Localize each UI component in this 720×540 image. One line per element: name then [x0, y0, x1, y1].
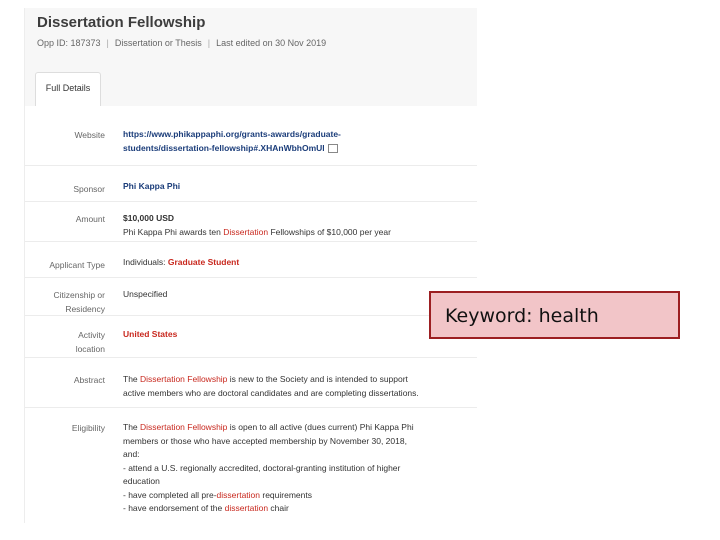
detail-row-amount: Amount $10,000 USD Phi Kappa Phi awards … — [25, 202, 477, 242]
keyword-highlight: Dissertation Fellowship — [140, 374, 228, 384]
detail-row-sponsor: Sponsor Phi Kappa Phi — [25, 166, 477, 202]
keyword-highlight: dissertation — [224, 503, 269, 513]
opp-id: Opp ID: 187373 — [37, 38, 101, 48]
amount-label: Amount — [75, 214, 105, 224]
eligibility-line2: members or those who have accepted membe… — [123, 435, 407, 446]
website-url-line2[interactable]: students/dissertation-fellowship#.XHAnWb… — [123, 143, 325, 153]
external-link-icon[interactable] — [327, 143, 338, 153]
abstract-line1-end: is new to the Society and is intended to… — [227, 374, 408, 384]
eligibility-line7-end: chair — [268, 503, 289, 513]
activity-label-line1: Activity — [78, 330, 105, 340]
detail-row-citizenship: Citizenship or Residency Unspecified — [25, 278, 477, 316]
citizenship-label: Citizenship or Residency — [25, 288, 106, 316]
opportunity-panel: Dissertation Fellowship Opp ID: 187373 | D… — [24, 8, 477, 523]
applicant-type-link[interactable]: Graduate Student — [168, 257, 239, 267]
eligibility-line1-start: The — [123, 422, 141, 432]
activity-label: Activity location — [25, 328, 105, 356]
website-link[interactable]: https://www.phikappaphi.org/grants-award… — [123, 128, 453, 155]
applicant-prefix: Individuals: — [123, 257, 168, 267]
detail-row-eligibility: Eligibility The Dissertation Fellowship … — [25, 408, 477, 523]
citizenship-label-line2: Residency — [65, 304, 105, 314]
eligibility-line7-start: - have endorsement of the — [123, 503, 225, 513]
sponsor-link[interactable]: Phi Kappa Phi — [123, 181, 180, 191]
opportunity-meta: Opp ID: 187373 | Dissertation or Thesis | La… — [37, 38, 326, 48]
eligibility-line6-end: requirements — [260, 489, 312, 500]
eligibility-line5: education — [123, 476, 160, 486]
opp-type: Dissertation or Thesis — [114, 38, 202, 48]
keyword-highlight: Dissertation Fellowship — [140, 422, 228, 432]
abstract-text: The Dissertation Fellowship is new to th… — [123, 373, 453, 400]
amount-value: $10,000 USD — [123, 213, 175, 223]
amount-description: Phi Kappa Phi awards ten Dissertation Fe… — [123, 226, 453, 240]
activity-label-line2: location — [75, 344, 105, 354]
keyword-callout: Keyword: health — [429, 291, 680, 339]
eligibility-line3: and: — [123, 449, 140, 459]
abstract-line1-start: The — [123, 374, 141, 384]
meta-separator: | — [106, 38, 109, 48]
citizenship-value: Unspecified — [123, 289, 168, 299]
sponsor-label: Sponsor — [73, 184, 105, 194]
detail-row-website: Website https://www.phikappaphi.org/gran… — [25, 106, 477, 166]
applicant-type-label: Applicant Type — [49, 260, 105, 270]
eligibility-line6-start: - have completed all pre- — [123, 489, 217, 500]
last-edited: Last edited on 30 Nov 2019 — [216, 38, 327, 48]
keyword-highlight: Dissertation — [223, 226, 269, 237]
opportunity-header: Dissertation Fellowship Opp ID: 187373 | D… — [25, 8, 477, 106]
abstract-line2: active members who are doctoral candidat… — [123, 387, 419, 398]
eligibility-line1-end: is open to all active (dues current) Phi… — [227, 422, 414, 432]
detail-row-applicant-type: Applicant Type Individuals: Graduate Stu… — [25, 242, 477, 278]
detail-row-abstract: Abstract The Dissertation Fellowship is … — [25, 358, 477, 408]
website-label: Website — [74, 130, 105, 140]
citizenship-label-line1: Citizenship or — [53, 290, 106, 300]
keyword-highlight: dissertation — [216, 489, 261, 500]
meta-separator: | — [207, 38, 211, 48]
amount-desc-text-end: Fellowships of $10,000 per year — [268, 226, 391, 237]
amount-desc-text: Phi Kappa Phi awards ten — [123, 226, 224, 237]
eligibility-line4: - attend a U.S. regionally accredited, d… — [123, 462, 401, 473]
abstract-label: Abstract — [73, 375, 105, 385]
tab-full-details[interactable]: Full Details — [35, 72, 101, 106]
eligibility-label: Eligibility — [71, 423, 105, 433]
eligibility-text: The Dissertation Fellowship is open to a… — [123, 421, 453, 516]
website-url-line1[interactable]: https://www.phikappaphi.org/grants-award… — [123, 128, 453, 142]
detail-row-activity-location: Activity location United States — [25, 316, 477, 358]
keyword-callout-text: Keyword: health — [445, 305, 599, 327]
page-title: Dissertation Fellowship — [37, 14, 206, 31]
activity-location-link[interactable]: United States — [123, 329, 177, 339]
